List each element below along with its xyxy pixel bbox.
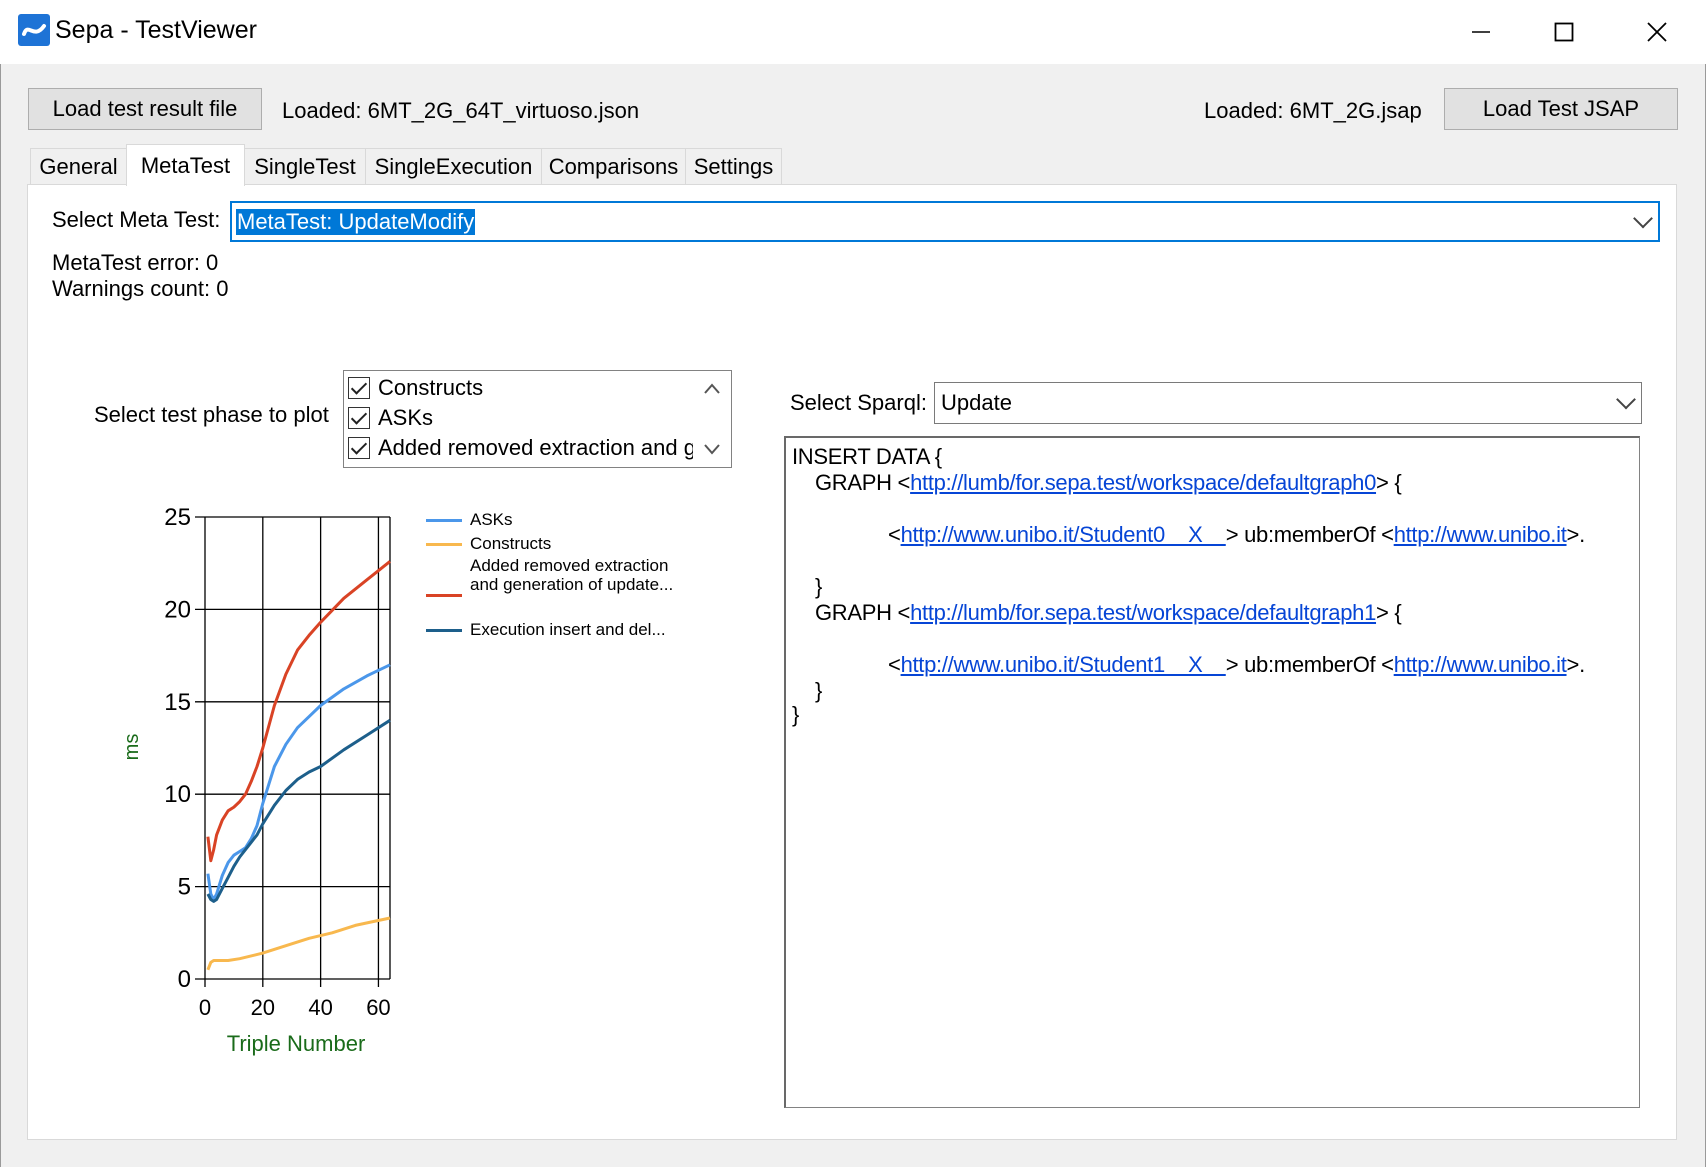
sparql-combo[interactable]: Update — [934, 382, 1642, 424]
y-tick-label: 5 — [178, 874, 191, 901]
student0-link[interactable]: http://www.unibo.it/Student0 X — [901, 522, 1226, 547]
phase-item-label: Added removed extraction and generation … — [378, 435, 693, 460]
loaded-jsap-label: Loaded: 6MT_2G.jsap — [1204, 98, 1422, 123]
chart-series — [206, 560, 391, 971]
metatest-error-label: MetaTest error: 0 — [52, 250, 219, 275]
y-tick-label: 15 — [164, 689, 191, 716]
sparql-graph-line: GRAPH <http://lumb/for.sepa.test/workspa… — [815, 470, 1402, 495]
sparql-brace: } — [815, 574, 823, 599]
select-phase-label: Select test phase to plot — [94, 402, 329, 427]
sparql-text-area[interactable]: INSERT DATA { GRAPH <http://lumb/for.sep… — [784, 436, 1640, 1108]
legend-item-execution: Execution insert and del... — [426, 620, 666, 639]
phase-list-scrollbar[interactable] — [694, 371, 731, 467]
student1-link[interactable]: http://www.unibo.it/Student1 X — [901, 652, 1226, 677]
legend-swatch — [426, 519, 462, 523]
metatest-chart: 0 5 10 15 20 25 0 20 40 60 Triple Number ms — [121, 504, 391, 1056]
y-tick-label: 10 — [164, 781, 191, 808]
graph0-link[interactable]: http://lumb/for.sepa.test/workspace/defa… — [910, 470, 1376, 495]
sparql-selected-value: Update — [941, 390, 1012, 415]
x-axis-label: Triple Number — [227, 1031, 366, 1056]
sparql-triple-line: <http://www.unibo.it/Student0 X > ub:mem… — [888, 522, 1585, 547]
legend-item-asks: ASKs — [426, 510, 513, 529]
chart-legend: ASKs Constructs Added removed extraction… — [426, 508, 706, 648]
legend-item-constructs: Constructs — [426, 534, 551, 553]
unibo-link[interactable]: http://www.unibo.it — [1394, 652, 1567, 677]
loaded-result-label: Loaded: 6MT_2G_64T_virtuoso.json — [282, 98, 640, 123]
scroll-down-icon[interactable] — [704, 444, 720, 455]
sparql-brace: } — [815, 678, 823, 703]
chevron-down-icon — [1616, 389, 1636, 410]
unibo-link[interactable]: http://www.unibo.it — [1394, 522, 1567, 547]
phase-item-asks[interactable]: ASKs — [348, 403, 433, 433]
sparql-brace: } — [792, 702, 800, 727]
x-tick-label: 20 — [251, 995, 275, 1020]
series-line-3 — [206, 719, 391, 903]
y-tick-label: 25 — [164, 504, 191, 531]
load-test-jsap-button[interactable]: Load Test JSAP — [1444, 88, 1678, 130]
window-title: Sepa - TestViewer — [55, 16, 257, 44]
title-bar: Sepa - TestViewer — [0, 0, 1706, 64]
phase-item-label: Constructs — [378, 375, 484, 400]
warnings-count-label: Warnings count: 0 — [52, 276, 229, 301]
meta-test-selected-value: MetaTest: UpdateModify — [236, 208, 476, 235]
series-line-1 — [206, 916, 391, 971]
chevron-down-icon — [1633, 208, 1653, 228]
maximize-button[interactable] — [1523, 0, 1605, 64]
phase-item-constructs[interactable]: Constructs — [348, 373, 483, 403]
sparql-graph-line: GRAPH <http://lumb/for.sepa.test/workspa… — [815, 600, 1402, 625]
tab-general[interactable]: General — [30, 148, 127, 184]
tab-comparisons[interactable]: Comparisons — [541, 148, 686, 184]
tab-singleexecution[interactable]: SingleExecution — [365, 148, 542, 184]
close-icon — [1647, 22, 1667, 42]
sparql-triple-line: <http://www.unibo.it/Student1 X > ub:mem… — [888, 652, 1585, 677]
close-button[interactable] — [1616, 0, 1698, 64]
x-tick-label: 60 — [366, 995, 390, 1020]
select-meta-test-label: Select Meta Test: — [52, 207, 221, 232]
phase-item-label: ASKs — [378, 405, 434, 430]
tab-singletest[interactable]: SingleTest — [244, 148, 366, 184]
legend-swatch — [426, 594, 462, 597]
select-sparql-label: Select Sparql: — [790, 390, 927, 415]
load-test-result-button[interactable]: Load test result file — [28, 88, 262, 130]
minimize-icon — [1472, 31, 1490, 33]
phase-item-added-removed[interactable]: Added removed extraction and generation … — [348, 433, 693, 463]
x-tick-label: 0 — [199, 995, 211, 1020]
legend-swatch — [426, 629, 462, 633]
y-tick-label: 0 — [178, 966, 191, 993]
legend-swatch — [426, 543, 462, 547]
tab-metatest[interactable]: MetaTest — [126, 144, 245, 186]
y-axis-label: ms — [121, 734, 143, 761]
checkbox-checked-icon[interactable] — [348, 377, 370, 399]
x-tick-label: 40 — [308, 995, 332, 1020]
phase-checked-list[interactable]: Constructs ASKs Added removed extraction… — [343, 370, 732, 468]
graph1-link[interactable]: http://lumb/for.sepa.test/workspace/defa… — [910, 600, 1376, 625]
scroll-up-icon[interactable] — [704, 383, 720, 394]
tab-settings[interactable]: Settings — [685, 148, 782, 184]
minimize-button[interactable] — [1440, 0, 1522, 64]
series-line-2 — [206, 560, 391, 863]
maximize-icon — [1554, 22, 1574, 42]
app-icon — [18, 14, 50, 46]
y-tick-label: 20 — [164, 596, 191, 623]
checkbox-checked-icon[interactable] — [348, 437, 370, 459]
sparql-line: INSERT DATA { — [792, 444, 942, 469]
chart-grid — [195, 516, 391, 987]
checkbox-checked-icon[interactable] — [348, 407, 370, 429]
meta-test-combo[interactable]: MetaTest: UpdateModify — [230, 201, 1660, 242]
